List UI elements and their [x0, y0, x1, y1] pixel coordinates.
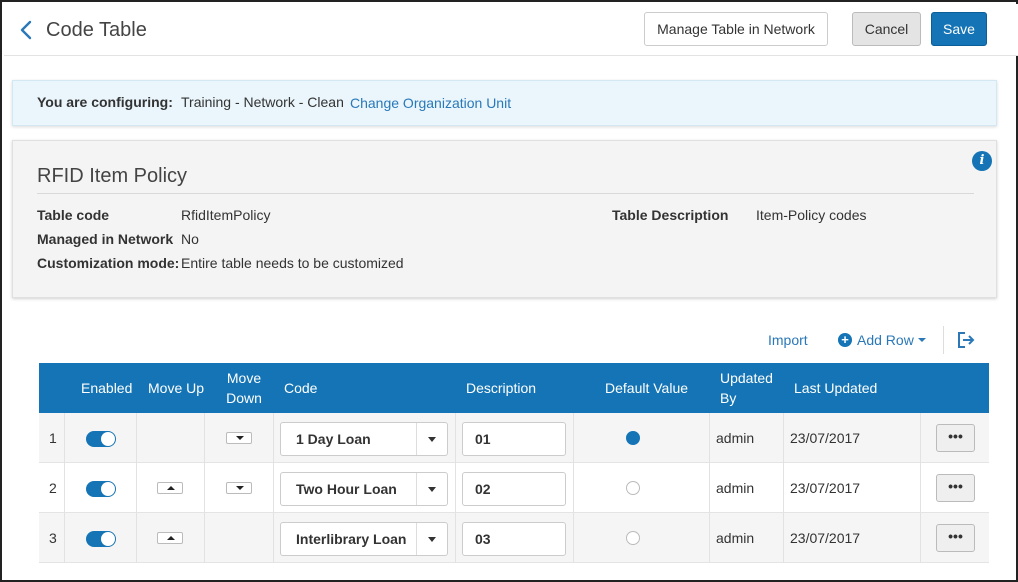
table-code-value: RfidItemPolicy: [181, 207, 271, 223]
col-header-updated-by-line1: Updated: [720, 370, 773, 386]
configuring-label: You are configuring:: [37, 94, 173, 110]
row-number: 1: [49, 430, 57, 446]
save-button[interactable]: Save: [931, 12, 987, 46]
table-description-value: Item-Policy codes: [756, 207, 867, 223]
move-down-button[interactable]: [226, 432, 252, 444]
code-dropdown[interactable]: Two Hour Loan: [280, 472, 448, 506]
code-value: 1 Day Loan: [296, 431, 371, 447]
page-title: Code Table: [46, 19, 147, 41]
panel-divider: [37, 193, 974, 194]
move-up-button[interactable]: [157, 532, 183, 544]
col-header-description: Description: [466, 380, 537, 396]
arrow-up-icon: [167, 536, 175, 540]
enabled-toggle[interactable]: [86, 431, 116, 447]
table-row: 1 1 Day Loan admin 23/07/2017 •••: [39, 413, 989, 463]
code-dropdown[interactable]: Interlibrary Loan: [280, 522, 448, 556]
info-icon[interactable]: i: [972, 151, 992, 171]
caret-down-icon: [917, 338, 926, 342]
change-organization-unit-link[interactable]: Change Organization Unit: [350, 95, 511, 111]
default-value-radio[interactable]: [626, 431, 640, 445]
col-header-move-down-line1: Move: [226, 370, 262, 386]
table-row: 3 Interlibrary Loan admin 23/07/2017 •••: [39, 513, 989, 563]
description-input[interactable]: [462, 422, 566, 456]
managed-in-network-value: No: [181, 231, 199, 247]
description-input[interactable]: [462, 472, 566, 506]
col-header-default-value: Default Value: [605, 380, 689, 396]
chevron-down-icon: [428, 537, 436, 542]
import-link[interactable]: Import: [768, 332, 808, 348]
description-input[interactable]: [462, 522, 566, 556]
configuring-banner: You are configuring: Training - Network …: [12, 80, 997, 126]
col-header-move-down-line2: Down: [226, 390, 262, 406]
export-icon[interactable]: [956, 331, 976, 349]
cancel-button[interactable]: Cancel: [852, 12, 921, 46]
managed-in-network-label: Managed in Network: [37, 231, 174, 247]
code-value: Interlibrary Loan: [296, 531, 407, 547]
arrow-down-icon: [236, 436, 244, 440]
row-number: 2: [49, 480, 57, 496]
col-header-updated-by-line2: By: [720, 390, 737, 406]
plus-circle-icon: +: [838, 333, 852, 347]
page-header: Code Table Manage Table in Network Cance…: [4, 4, 1018, 56]
chevron-left-icon[interactable]: [16, 18, 36, 42]
code-dropdown[interactable]: 1 Day Loan: [280, 422, 448, 456]
table-info-panel: i RFID Item Policy Table code RfidItemPo…: [12, 140, 997, 298]
configuring-value: Training - Network - Clean: [181, 94, 344, 110]
arrow-up-icon: [167, 486, 175, 490]
col-header-move-up: Move Up: [148, 380, 205, 396]
updated-by: admin: [716, 530, 755, 546]
toolbar-divider: [943, 326, 944, 354]
arrow-down-icon: [236, 486, 244, 490]
code-table: Enabled Move Up Move Down Code Descripti…: [39, 363, 989, 563]
add-row-label: Add Row: [857, 332, 914, 348]
last-updated: 23/07/2017: [790, 480, 861, 496]
manage-table-in-network-button[interactable]: Manage Table in Network: [644, 12, 828, 46]
row-actions-button[interactable]: •••: [936, 474, 975, 502]
add-row-button[interactable]: + Add Row: [838, 332, 926, 348]
move-down-button[interactable]: [226, 482, 252, 494]
row-actions-button[interactable]: •••: [936, 524, 975, 552]
default-value-radio[interactable]: [626, 531, 640, 545]
col-header-enabled: Enabled: [81, 380, 133, 396]
table-description-label: Table Description: [612, 207, 729, 223]
col-header-code: Code: [284, 380, 318, 396]
last-updated: 23/07/2017: [790, 530, 861, 546]
customization-mode-label: Customization mode:: [37, 255, 180, 271]
updated-by: admin: [716, 430, 755, 446]
row-number: 3: [49, 530, 57, 546]
table-header: Enabled Move Up Move Down Code Descripti…: [39, 363, 989, 413]
col-header-last-updated: Last Updated: [794, 380, 878, 396]
enabled-toggle[interactable]: [86, 531, 116, 547]
default-value-radio[interactable]: [626, 481, 640, 495]
last-updated: 23/07/2017: [790, 430, 861, 446]
app-frame: Code Table Manage Table in Network Cance…: [0, 0, 1018, 582]
chevron-down-icon: [428, 437, 436, 442]
enabled-toggle[interactable]: [86, 481, 116, 497]
chevron-down-icon: [428, 487, 436, 492]
row-actions-button[interactable]: •••: [936, 424, 975, 452]
move-up-button[interactable]: [157, 482, 183, 494]
table-row: 2 Two Hour Loan admin 23/07/2017 •••: [39, 463, 989, 513]
updated-by: admin: [716, 480, 755, 496]
code-value: Two Hour Loan: [296, 481, 397, 497]
customization-mode-value: Entire table needs to be customized: [181, 255, 404, 271]
table-code-label: Table code: [37, 207, 110, 223]
panel-title: RFID Item Policy: [37, 165, 188, 187]
